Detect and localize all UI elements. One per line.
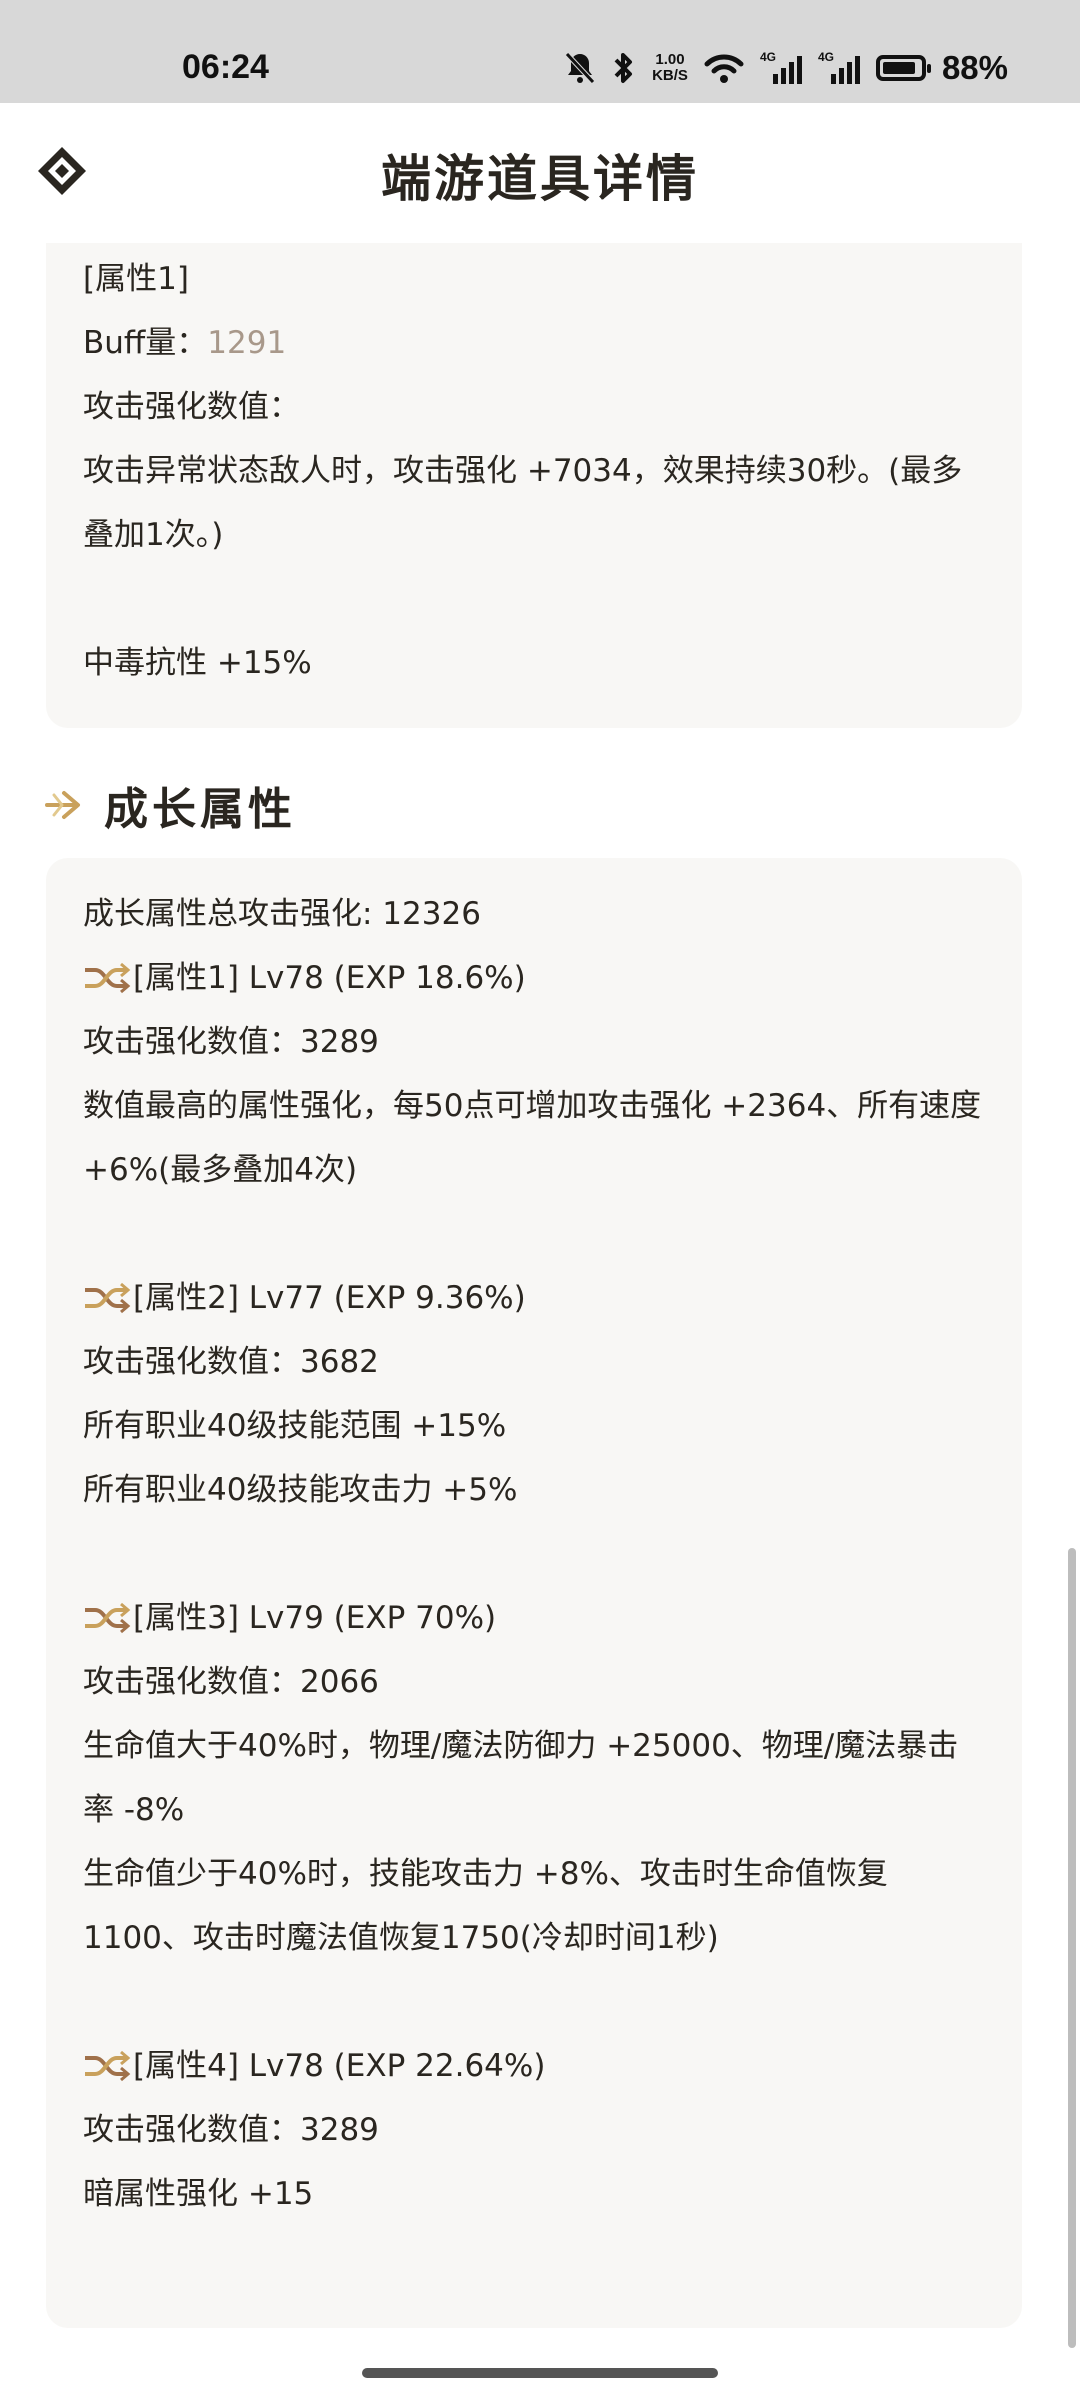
section-title: 成长属性 — [104, 784, 296, 835]
buff-line: Buff量：1291 — [83, 311, 985, 375]
buff-value: 1291 — [207, 325, 287, 361]
status-bar: 06:24 1.00 KB/S 4G 4G 88% — [0, 0, 1080, 103]
growth-attr-3-value: 攻击强化数值：2066 — [83, 1664, 379, 1700]
shuffle-icon — [85, 1602, 131, 1634]
growth-attr-1-value: 攻击强化数值：3289 — [83, 1024, 379, 1060]
home-indicator[interactable] — [362, 2368, 718, 2378]
scrollbar[interactable] — [1068, 1548, 1076, 2348]
growth-attr-4-value: 攻击强化数值：3289 — [83, 2112, 379, 2148]
attr-label: [属性1] — [83, 261, 189, 297]
signal-icon: 4G — [760, 50, 802, 86]
battery-icon — [875, 55, 931, 81]
attribute-card: [属性1] Buff量：1291 攻击强化数值： 攻击异常状态敌人时，攻击强化 … — [46, 243, 1022, 728]
battery-percent: 88% — [941, 49, 1008, 86]
growth-total: 成长属性总攻击强化: 12326 — [83, 896, 481, 932]
wifi-icon — [704, 54, 744, 83]
growth-attr-2-value: 攻击强化数值：3682 — [83, 1344, 379, 1380]
status-time: 06:24 — [182, 48, 269, 86]
growth-attr-3-effect-1: 生命值大于40%时，物理/魔法防御力 +25000、物理/魔法暴击率 -8% — [83, 1728, 959, 1828]
mute-icon — [565, 52, 595, 84]
shuffle-icon — [85, 1282, 131, 1314]
arrow-right-icon — [45, 791, 80, 819]
growth-card: 成长属性总攻击强化: 12326 [属性1] Lv78 (EXP 18.6%) … — [46, 858, 1022, 2328]
signal-icon-2: 4G — [818, 50, 860, 86]
page-title: 端游道具详情 — [381, 150, 699, 208]
net-speed: 1.00 KB/S — [652, 51, 688, 84]
growth-attr-2-effect-1: 所有职业40级技能范围 +15% — [83, 1408, 507, 1444]
bluetooth-icon — [614, 53, 633, 83]
growth-attr-4-effect: 暗属性强化 +15 — [83, 2176, 314, 2212]
growth-attr-1-header: [属性1] Lv78 (EXP 18.6%) — [83, 946, 985, 1010]
poison-resist-text: 中毒抗性 +15% — [83, 645, 312, 681]
attack-effect-text: 攻击异常状态敌人时，攻击强化 +7034，效果持续30秒。(最多叠加1次。) — [83, 453, 963, 553]
attack-value-label: 攻击强化数值： — [83, 389, 300, 425]
growth-section-heading: 成长属性 — [44, 770, 296, 840]
shuffle-icon — [85, 2050, 131, 2082]
growth-attr-2-effect-2: 所有职业40级技能攻击力 +5% — [83, 1472, 518, 1508]
app-header: 端游道具详情 — [0, 103, 1080, 243]
growth-attr-3-effect-2: 生命值少于40%时，技能攻击力 +8%、攻击时生命值恢复1100、攻击时魔法值恢… — [83, 1856, 888, 1956]
growth-attr-1-effect: 数值最高的属性强化，每50点可增加攻击强化 +2364、所有速度 +6%(最多叠… — [83, 1088, 982, 1188]
growth-attr-3-header: [属性3] Lv79 (EXP 70%) — [83, 1586, 985, 1650]
growth-attr-4-header: [属性4] Lv78 (EXP 22.64%) — [83, 2034, 985, 2098]
shuffle-icon — [85, 962, 131, 994]
status-icons: 1.00 KB/S 4G 4G 88% — [564, 46, 1008, 90]
buff-label: Buff量： — [83, 325, 208, 361]
growth-attr-2-header: [属性2] Lv77 (EXP 9.36%) — [83, 1266, 985, 1330]
